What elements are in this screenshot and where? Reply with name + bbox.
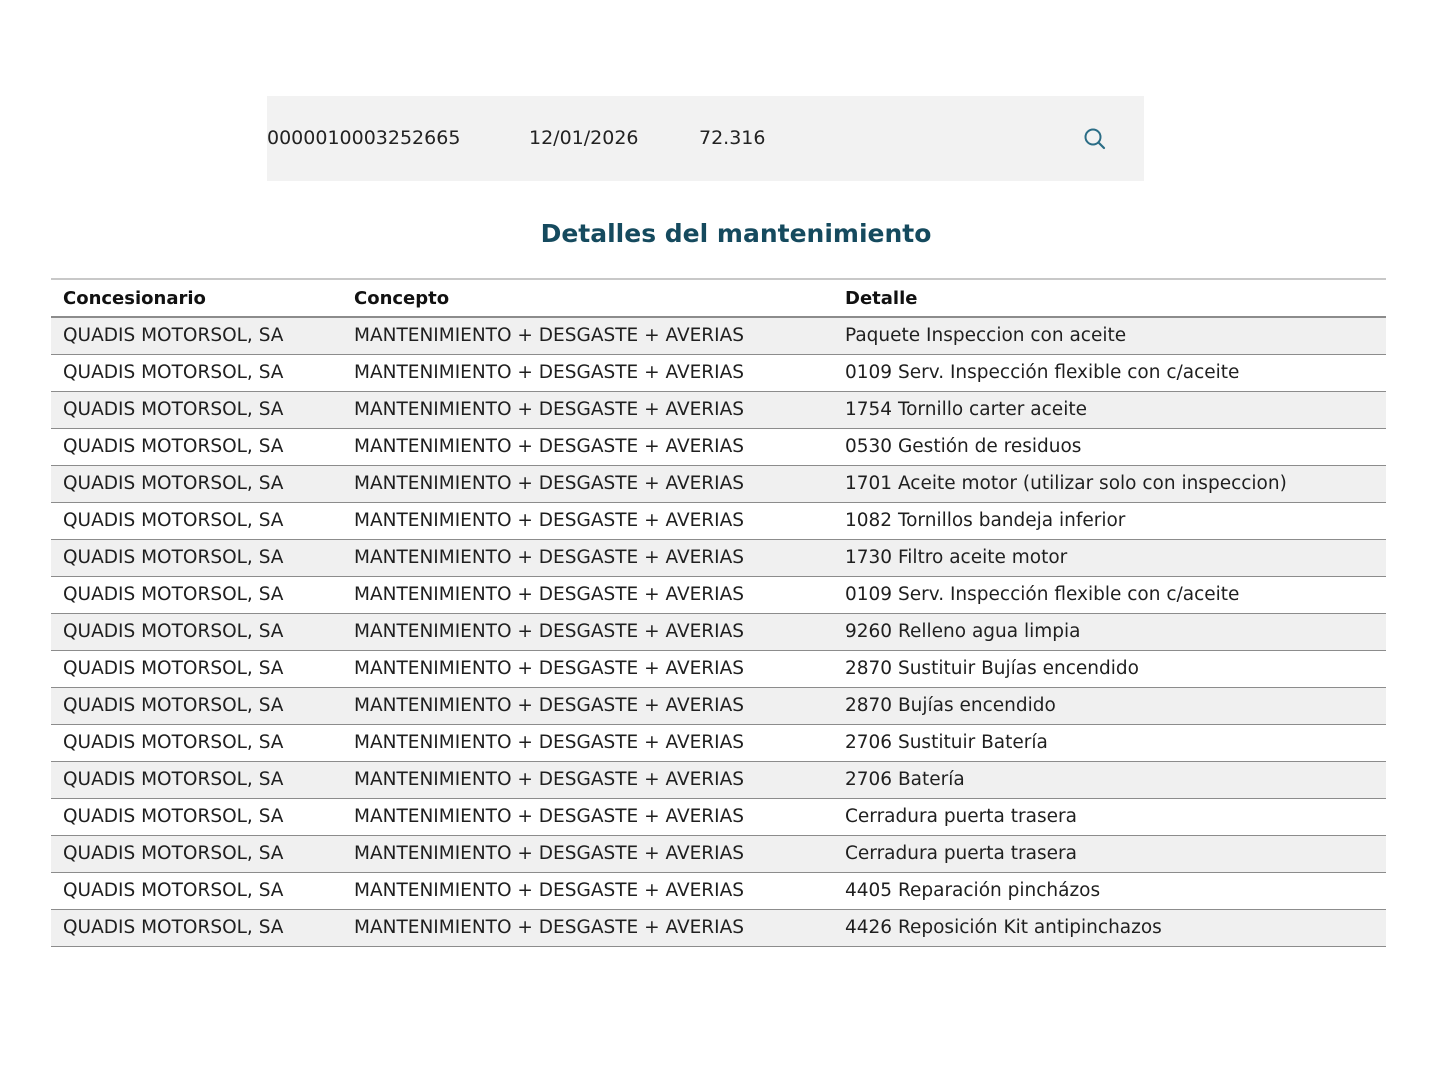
table-row: QUADIS MOTORSOL, SA MANTENIMIENTO + DESGA… — [51, 391, 1386, 428]
cell-detalle: Paquete Inspeccion con aceite — [845, 325, 1127, 347]
table-row: QUADIS MOTORSOL, SA MANTENIMIENTO + DESGA… — [51, 317, 1386, 354]
cell-concesionario: QUADIS MOTORSOL, SA — [63, 510, 284, 531]
cell-concepto: MANTENIMIENTO + DESGASTE + AVERIAS — [354, 584, 744, 605]
order-date: 12/01/2026 — [529, 127, 639, 149]
table-row: QUADIS MOTORSOL, SA MANTENIMIENTO + DESGA… — [51, 428, 1386, 465]
table-row: QUADIS MOTORSOL, SA MANTENIMIENTO + DESGA… — [51, 909, 1386, 946]
page-title: Detalles del mantenimiento — [540, 219, 932, 248]
table-body: QUADIS MOTORSOL, SA MANTENIMIENTO + DESGA… — [51, 317, 1386, 946]
table-row: QUADIS MOTORSOL, SA MANTENIMIENTO + DESGA… — [51, 650, 1386, 687]
cell-concesionario: QUADIS MOTORSOL, SA — [63, 695, 284, 716]
cell-concesionario: QUADIS MOTORSOL, SA — [63, 917, 284, 938]
cell-detalle: 1730 Filtro aceite motor — [845, 547, 1068, 568]
cell-detalle: 4426 Reposición Kit antipinchazos — [845, 917, 1162, 938]
cell-concepto: MANTENIMIENTO + DESGASTE + AVERIAS — [354, 769, 744, 790]
cell-concepto: MANTENIMIENTO + DESGASTE + AVERIAS — [354, 325, 744, 347]
table-row: QUADIS MOTORSOL, SA MANTENIMIENTO + DESGA… — [51, 687, 1386, 724]
cell-detalle: 2870 Sustituir Bujías encendido — [845, 658, 1139, 679]
cell-detalle: 2870 Bujías encendido — [845, 695, 1056, 716]
table-row: QUADIS MOTORSOL, SA MANTENIMIENTO + DESGA… — [51, 465, 1386, 502]
cell-detalle: 4405 Reparación pincházos — [845, 880, 1101, 901]
cell-concepto: MANTENIMIENTO + DESGASTE + AVERIAS — [354, 732, 744, 753]
cell-concepto: MANTENIMIENTO + DESGASTE + AVERIAS — [354, 880, 744, 901]
column-header-concesionario: Concesionario — [63, 287, 206, 309]
cell-concesionario: QUADIS MOTORSOL, SA — [63, 621, 284, 642]
order-id: 0000010003252665 — [267, 127, 461, 149]
cell-concepto: MANTENIMIENTO + DESGASTE + AVERIAS — [354, 621, 744, 642]
cell-concesionario: QUADIS MOTORSOL, SA — [63, 880, 284, 901]
cell-concepto: MANTENIMIENTO + DESGASTE + AVERIAS — [354, 843, 744, 864]
table-row: QUADIS MOTORSOL, SA MANTENIMIENTO + DESGA… — [51, 502, 1386, 539]
cell-concesionario: QUADIS MOTORSOL, SA — [63, 325, 284, 347]
cell-concesionario: QUADIS MOTORSOL, SA — [63, 473, 284, 494]
cell-concesionario: QUADIS MOTORSOL, SA — [63, 399, 284, 420]
cell-detalle: 2706 Batería — [845, 769, 965, 790]
maintenance-summary-row: 0000010003252665 12/01/2026 72.316 — [267, 96, 1144, 181]
cell-concepto: MANTENIMIENTO + DESGASTE + AVERIAS — [354, 399, 744, 420]
cell-detalle: 9260 Relleno agua limpia — [845, 621, 1081, 642]
cell-concesionario: QUADIS MOTORSOL, SA — [63, 584, 284, 605]
cell-detalle: 0109 Serv. Inspección flexible con c/ace… — [845, 584, 1240, 605]
cell-concepto: MANTENIMIENTO + DESGASTE + AVERIAS — [354, 362, 744, 383]
cell-detalle: Cerradura puerta trasera — [845, 843, 1077, 864]
table-header-row: Concesionario Concepto Detalle — [51, 279, 1386, 317]
cell-concesionario: QUADIS MOTORSOL, SA — [63, 436, 284, 457]
column-header-concepto: Concepto — [354, 287, 450, 309]
search-icon-graphic — [1084, 128, 1106, 150]
cell-detalle: 0530 Gestión de residuos — [845, 436, 1082, 457]
cell-concesionario: QUADIS MOTORSOL, SA — [63, 732, 284, 753]
cell-detalle: Cerradura puerta trasera — [845, 806, 1077, 827]
cell-concepto: MANTENIMIENTO + DESGASTE + AVERIAS — [354, 473, 744, 494]
cell-detalle: 0109 Serv. Inspección flexible con c/ace… — [845, 362, 1240, 383]
cell-detalle: 1754 Tornillo carter aceite — [845, 399, 1087, 420]
cell-concepto: MANTENIMIENTO + DESGASTE + AVERIAS — [354, 695, 744, 716]
maintenance-details-table: Concesionario Concepto Detalle QUADIS MO… — [51, 278, 1386, 947]
cell-detalle: 2706 Sustituir Batería — [845, 732, 1048, 753]
cell-concesionario: QUADIS MOTORSOL, SA — [63, 362, 284, 383]
table-row: QUADIS MOTORSOL, SA MANTENIMIENTO + DESGA… — [51, 613, 1386, 650]
cell-concesionario: QUADIS MOTORSOL, SA — [63, 843, 284, 864]
table-row: QUADIS MOTORSOL, SA MANTENIMIENTO + DESGA… — [51, 576, 1386, 613]
table-row: QUADIS MOTORSOL, SA MANTENIMIENTO + DESGA… — [51, 761, 1386, 798]
table-row: QUADIS MOTORSOL, SA MANTENIMIENTO + DESGA… — [51, 872, 1386, 909]
cell-concesionario: QUADIS MOTORSOL, SA — [63, 658, 284, 679]
cell-concesionario: QUADIS MOTORSOL, SA — [63, 547, 284, 568]
odometer-km: 72.316 — [699, 127, 766, 149]
table-row: QUADIS MOTORSOL, SA MANTENIMIENTO + DESGA… — [51, 835, 1386, 872]
cell-concepto: MANTENIMIENTO + DESGASTE + AVERIAS — [354, 658, 744, 679]
cell-detalle: 1082 Tornillos bandeja inferior — [845, 510, 1126, 531]
cell-concepto: MANTENIMIENTO + DESGASTE + AVERIAS — [354, 547, 744, 568]
cell-concepto: MANTENIMIENTO + DESGASTE + AVERIAS — [354, 510, 744, 531]
cell-concepto: MANTENIMIENTO + DESGASTE + AVERIAS — [354, 436, 744, 457]
cell-concesionario: QUADIS MOTORSOL, SA — [63, 769, 284, 790]
cell-concesionario: QUADIS MOTORSOL, SA — [63, 806, 284, 827]
column-header-detalle: Detalle — [845, 287, 918, 309]
cell-concepto: MANTENIMIENTO + DESGASTE + AVERIAS — [354, 806, 744, 827]
table-row: QUADIS MOTORSOL, SA MANTENIMIENTO + DESGA… — [51, 354, 1386, 391]
table-row: QUADIS MOTORSOL, SA MANTENIMIENTO + DESGA… — [51, 724, 1386, 761]
table-row: QUADIS MOTORSOL, SA MANTENIMIENTO + DESGA… — [51, 798, 1386, 835]
search-icon[interactable] — [1082, 126, 1108, 152]
table-row: QUADIS MOTORSOL, SA MANTENIMIENTO + DESGA… — [51, 539, 1386, 576]
cell-detalle: 1701 Aceite motor (utilizar solo con ins… — [845, 473, 1287, 494]
cell-concepto: MANTENIMIENTO + DESGASTE + AVERIAS — [354, 917, 744, 938]
